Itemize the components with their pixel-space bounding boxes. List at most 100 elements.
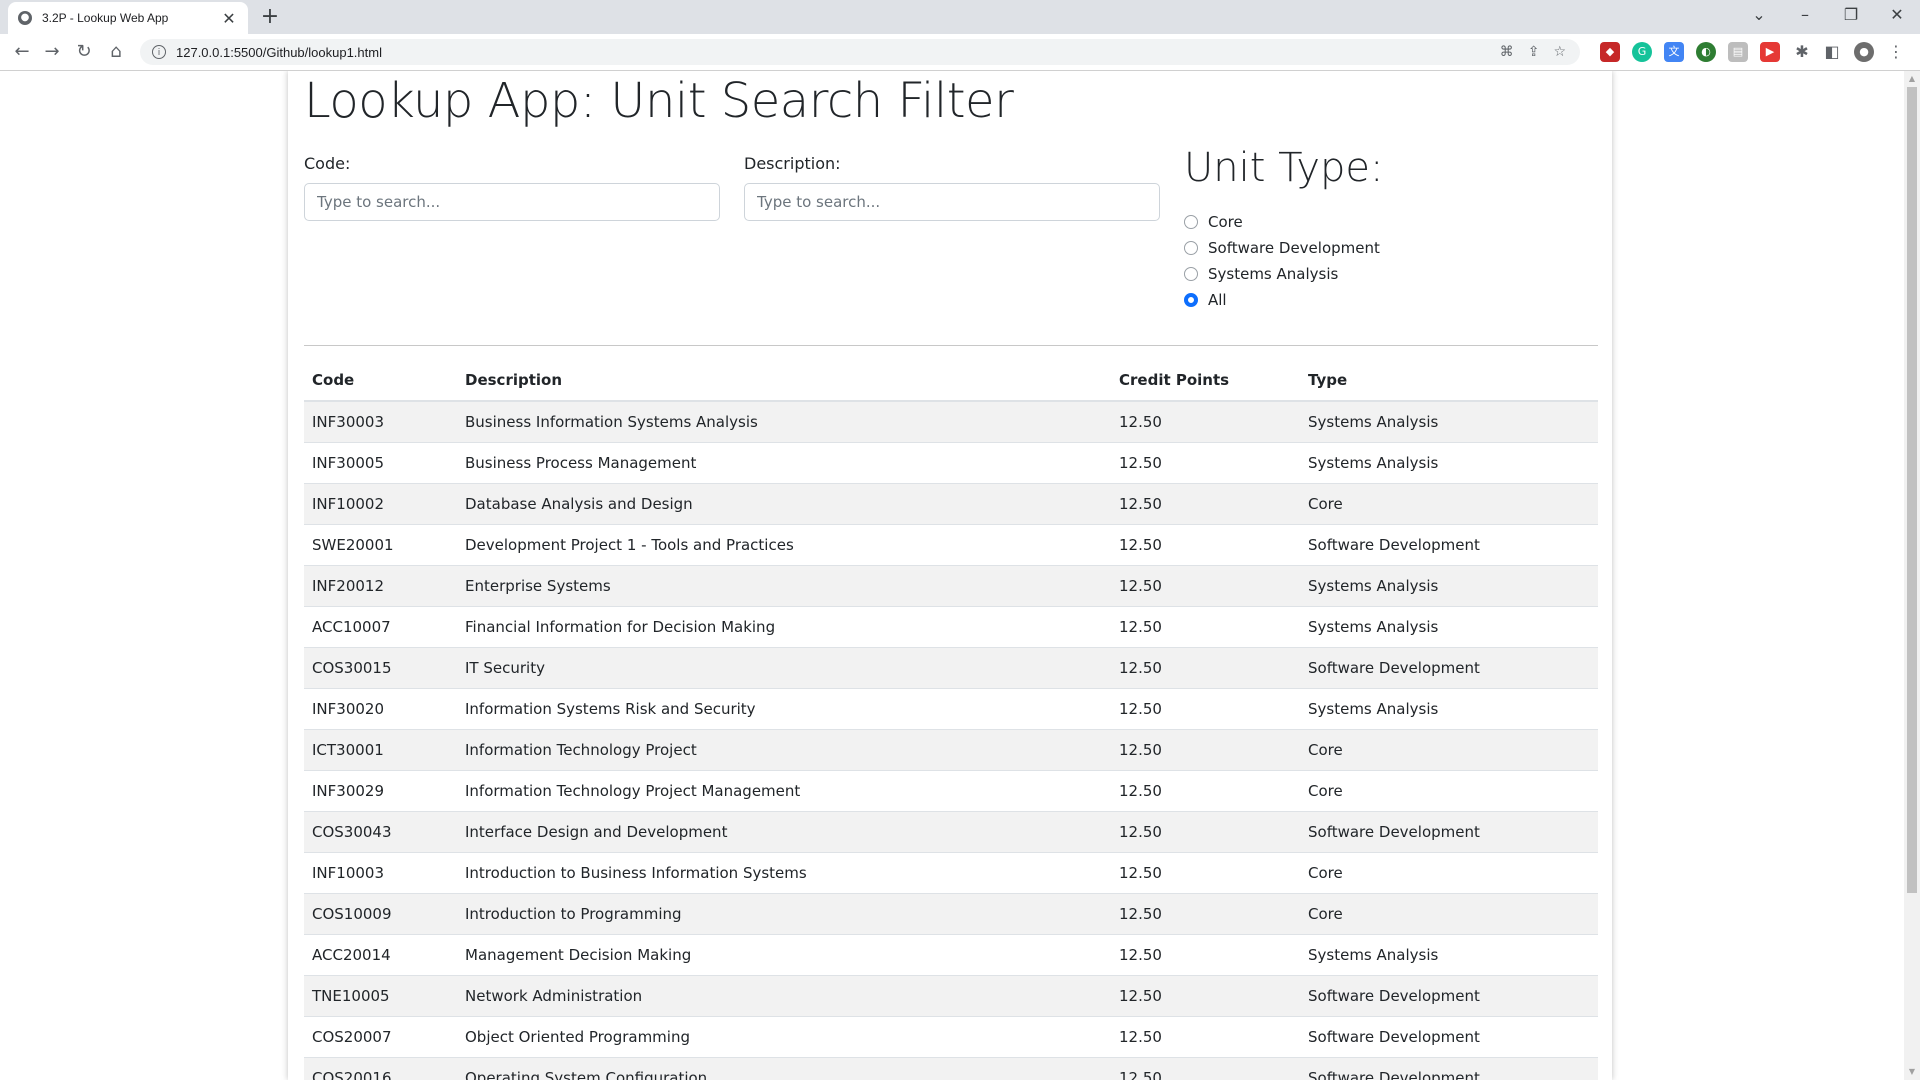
puzzle-icon[interactable]: ✱ — [1792, 42, 1812, 62]
cell-type: Core — [1300, 729, 1598, 771]
cell-description: IT Security — [457, 647, 1111, 689]
radio-systems-analysis[interactable]: Systems Analysis — [1184, 265, 1338, 283]
extension-red-icon[interactable]: ▶ — [1760, 42, 1780, 62]
tab-strip: ● 3.2P - Lookup Web App ✕ + ⌄ – ❐ ✕ — [0, 0, 1920, 34]
radio-all-button[interactable] — [1184, 293, 1198, 307]
reload-icon[interactable]: ↻ — [72, 40, 96, 64]
code-label: Code: — [304, 154, 351, 173]
home-icon[interactable]: ⌂ — [104, 40, 128, 64]
cell-credit-points: 12.50 — [1111, 1016, 1300, 1058]
table-row: SWE20001 Development Project 1 - Tools an… — [304, 524, 1598, 566]
cell-code: INF10002 — [304, 483, 457, 525]
close-tab-icon[interactable]: ✕ — [220, 9, 238, 28]
section-divider — [304, 345, 1598, 346]
side-panel-icon[interactable]: ◧ — [1822, 42, 1842, 62]
menu-kebab-icon[interactable]: ⋮ — [1886, 42, 1906, 62]
table-header-row: Code Description Credit Points Type — [304, 360, 1598, 402]
cell-code: ACC20014 — [304, 934, 457, 976]
cell-credit-points: 12.50 — [1111, 934, 1300, 976]
cell-description: Business Information Systems Analysis — [457, 401, 1111, 443]
page-title: Lookup App: Unit Search Filter — [304, 73, 1014, 129]
table-row: INF30003 Business Information Systems Ana… — [304, 401, 1598, 443]
cell-description: Enterprise Systems — [457, 565, 1111, 607]
radio-core-label[interactable]: Core — [1208, 213, 1243, 231]
header-description: Description — [457, 360, 1111, 402]
document-icon[interactable]: ▤ — [1728, 42, 1748, 62]
cell-type: Core — [1300, 483, 1598, 525]
forward-icon[interactable]: → — [40, 40, 64, 64]
browser-tab[interactable]: ● 3.2P - Lookup Web App ✕ — [8, 2, 248, 34]
ublock-icon[interactable]: ◆ — [1600, 42, 1620, 62]
header-credit-points: Credit Points — [1111, 360, 1300, 402]
scroll-down-icon[interactable]: ▼ — [1904, 1064, 1920, 1080]
cell-description: Financial Information for Decision Makin… — [457, 606, 1111, 648]
back-icon[interactable]: ← — [10, 40, 34, 64]
table-row: COS30015 IT Security 12.50 Software Develop… — [304, 647, 1598, 689]
cell-description: Information Technology Project Managemen… — [457, 770, 1111, 812]
translate-extension-icon[interactable]: 文 — [1664, 42, 1684, 62]
cell-code: ACC10007 — [304, 606, 457, 648]
page-scrollbar[interactable]: ▲ ▼ — [1904, 71, 1920, 1080]
radio-core-button[interactable] — [1184, 215, 1198, 229]
minimize-icon[interactable]: – — [1782, 0, 1828, 30]
grammarly-icon[interactable]: G — [1632, 42, 1652, 62]
cell-code: INF20012 — [304, 565, 457, 607]
cell-credit-points: 12.50 — [1111, 565, 1300, 607]
cell-credit-points: 12.50 — [1111, 524, 1300, 566]
table-row: COS20016 Operating System Configuration 12… — [304, 1057, 1598, 1080]
tab-title: 3.2P - Lookup Web App — [42, 11, 169, 25]
radio-systems-analysis-label[interactable]: Systems Analysis — [1208, 265, 1338, 283]
url-text[interactable]: 127.0.0.1:5500/Github/lookup1.html — [176, 45, 382, 60]
profile-avatar[interactable]: ● — [1854, 42, 1874, 62]
cell-description: Development Project 1 - Tools and Practi… — [457, 524, 1111, 566]
page-viewport: Lookup App: Unit Search Filter Code: Des… — [0, 71, 1904, 1080]
cell-description: Introduction to Business Information Sys… — [457, 852, 1111, 894]
radio-systems-analysis-button[interactable] — [1184, 267, 1198, 281]
share-icon[interactable]: ⇪ — [1528, 44, 1540, 60]
cell-credit-points: 12.50 — [1111, 893, 1300, 935]
cell-description: Database Analysis and Design — [457, 483, 1111, 525]
table-row: ACC20014 Management Decision Making 12.50 S… — [304, 934, 1598, 976]
cell-type: Systems Analysis — [1300, 565, 1598, 607]
cell-credit-points: 12.50 — [1111, 975, 1300, 1017]
description-search-input[interactable] — [744, 183, 1160, 221]
scroll-up-icon[interactable]: ▲ — [1904, 71, 1920, 87]
new-tab-icon[interactable]: + — [258, 5, 282, 29]
cell-type: Systems Analysis — [1300, 442, 1598, 484]
cell-code: COS20007 — [304, 1016, 457, 1058]
cell-credit-points: 12.50 — [1111, 483, 1300, 525]
cell-credit-points: 12.50 — [1111, 401, 1300, 443]
units-table: Code Description Credit Points Type INF3… — [304, 360, 1598, 1080]
code-search-input[interactable] — [304, 183, 720, 221]
cell-type: Core — [1300, 893, 1598, 935]
translate-icon[interactable]: ⌘ — [1500, 44, 1514, 60]
radio-all-label[interactable]: All — [1208, 291, 1227, 309]
bookmark-star-icon[interactable]: ☆ — [1553, 44, 1566, 60]
radio-software-development[interactable]: Software Development — [1184, 239, 1380, 257]
address-bar[interactable]: i 127.0.0.1:5500/Github/lookup1.html ⌘ ⇪… — [140, 39, 1580, 65]
radio-core[interactable]: Core — [1184, 213, 1243, 231]
cell-code: TNE10005 — [304, 975, 457, 1017]
cell-code: INF30003 — [304, 401, 457, 443]
cell-description: Introduction to Programming — [457, 893, 1111, 935]
window-close-icon[interactable]: ✕ — [1874, 0, 1920, 30]
info-icon[interactable]: i — [152, 45, 166, 59]
restore-icon[interactable]: ❐ — [1828, 0, 1874, 30]
cell-description: Object Oriented Programming — [457, 1016, 1111, 1058]
cell-type: Core — [1300, 852, 1598, 894]
cell-type: Software Development — [1300, 524, 1598, 566]
cell-credit-points: 12.50 — [1111, 606, 1300, 648]
table-row: COS10009 Introduction to Programming 12.50… — [304, 893, 1598, 935]
table-row: ACC10007 Financial Information for Decisi… — [304, 606, 1598, 648]
extension-green-icon[interactable]: ◐ — [1696, 42, 1716, 62]
cell-code: SWE20001 — [304, 524, 457, 566]
cell-description: Network Administration — [457, 975, 1111, 1017]
cell-description: Operating System Configuration — [457, 1057, 1111, 1080]
radio-all[interactable]: All — [1184, 291, 1227, 309]
cell-code: INF10003 — [304, 852, 457, 894]
tab-search-icon[interactable]: ⌄ — [1736, 0, 1782, 30]
cell-code: COS30043 — [304, 811, 457, 853]
radio-software-development-label[interactable]: Software Development — [1208, 239, 1380, 257]
scrollbar-thumb[interactable] — [1907, 87, 1917, 893]
radio-software-development-button[interactable] — [1184, 241, 1198, 255]
